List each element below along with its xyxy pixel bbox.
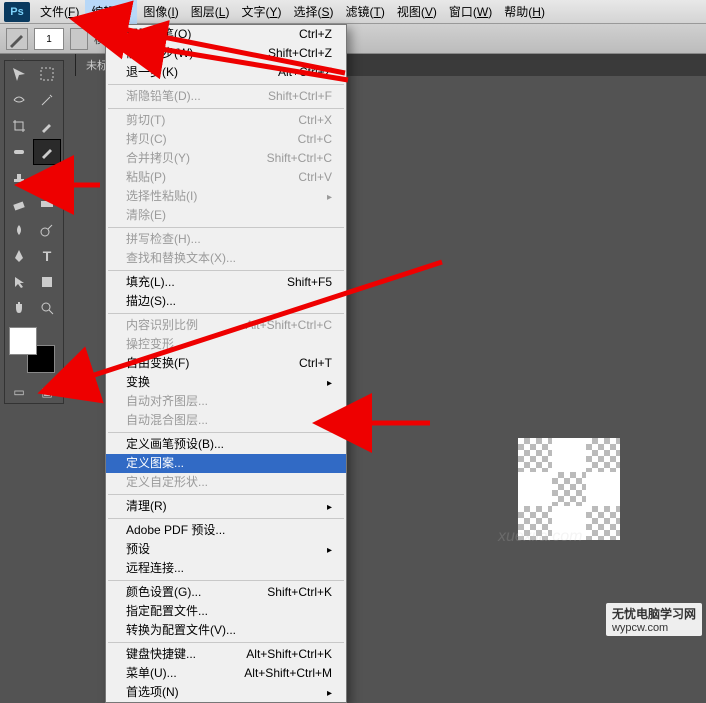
blur-tool[interactable]	[5, 217, 33, 243]
menu-separator	[108, 313, 344, 314]
menu-item-8-2[interactable]: 远程连接...	[106, 559, 346, 578]
menu-help[interactable]: 帮助(H)	[498, 0, 551, 24]
tool-preset-icon[interactable]	[6, 28, 28, 50]
menu-item-7-0[interactable]: 清理(R)	[106, 497, 346, 516]
menu-item-1-0: 渐隐铅笔(D)...Shift+Ctrl+F	[106, 87, 346, 106]
eyedropper-tool[interactable]	[33, 113, 61, 139]
menu-item-6-1[interactable]: 定义图案...	[106, 454, 346, 473]
page-watermark: 无忧电脑学习网wypcw.com	[606, 603, 702, 636]
edit-menu-dropdown: 还原铅笔(O)Ctrl+Z前进一步(W)Shift+Ctrl+Z退一步(K)Al…	[105, 24, 347, 703]
menu-separator	[108, 642, 344, 643]
menu-separator	[108, 227, 344, 228]
menu-item-3-1: 查找和替换文本(X)...	[106, 249, 346, 268]
eraser-tool[interactable]	[5, 191, 33, 217]
menu-item-4-1[interactable]: 描边(S)...	[106, 292, 346, 311]
menu-item-5-0: 内容识别比例Alt+Shift+Ctrl+C	[106, 316, 346, 335]
gradient-tool[interactable]	[33, 191, 61, 217]
menu-item-5-1: 操控变形	[106, 335, 346, 354]
menu-item-2-0: 剪切(T)Ctrl+X	[106, 111, 346, 130]
menu-item-2-3: 粘贴(P)Ctrl+V	[106, 168, 346, 187]
type-tool[interactable]: T	[33, 243, 61, 269]
menu-item-2-4: 选择性粘贴(I)	[106, 187, 346, 206]
menu-separator	[108, 518, 344, 519]
hand-tool[interactable]	[5, 295, 33, 321]
menu-type[interactable]: 文字(Y)	[235, 0, 287, 24]
stamp-tool[interactable]	[5, 165, 33, 191]
move-tool[interactable]	[5, 61, 33, 87]
menu-item-5-5: 自动混合图层...	[106, 411, 346, 430]
path-select-tool[interactable]	[5, 269, 33, 295]
menu-item-9-1[interactable]: 指定配置文件...	[106, 602, 346, 621]
ps-logo: Ps	[4, 2, 30, 22]
canvas-watermark: xuexila.com	[498, 528, 582, 546]
foreground-swatch[interactable]	[9, 327, 37, 355]
menu-item-3-0: 拼写检查(H)...	[106, 230, 346, 249]
menu-item-2-5: 清除(E)	[106, 206, 346, 225]
menu-item-0-0[interactable]: 还原铅笔(O)Ctrl+Z	[106, 25, 346, 44]
menu-item-6-2: 定义自定形状...	[106, 473, 346, 492]
menu-item-10-0[interactable]: 键盘快捷键...Alt+Shift+Ctrl+K	[106, 645, 346, 664]
healing-tool[interactable]	[5, 139, 33, 165]
menu-item-9-0[interactable]: 颜色设置(G)...Shift+Ctrl+K	[106, 583, 346, 602]
menu-select[interactable]: 选择(S)	[287, 0, 339, 24]
menu-separator	[108, 84, 344, 85]
menu-item-5-4: 自动对齐图层...	[106, 392, 346, 411]
menu-layer[interactable]: 图层(L)	[185, 0, 236, 24]
menu-item-5-3[interactable]: 变换	[106, 373, 346, 392]
menu-item-6-0[interactable]: 定义画笔预设(B)...	[106, 435, 346, 454]
crop-tool[interactable]	[5, 113, 33, 139]
brush-toggle-icon[interactable]	[70, 28, 88, 50]
pattern-preview	[518, 438, 620, 540]
menu-item-9-2[interactable]: 转换为配置文件(V)...	[106, 621, 346, 640]
pencil-tool[interactable]	[33, 139, 61, 165]
menu-item-8-1[interactable]: 预设	[106, 540, 346, 559]
brush-preset[interactable]: 1	[34, 28, 64, 50]
quickmask-toggle[interactable]: ▭	[5, 381, 33, 403]
menu-image[interactable]: 图像(I)	[137, 0, 184, 24]
menu-separator	[108, 494, 344, 495]
screenmode-toggle[interactable]: ▣	[33, 381, 61, 403]
lasso-tool[interactable]	[5, 87, 33, 113]
menu-filter[interactable]: 滤镜(T)	[340, 0, 391, 24]
dodge-tool[interactable]	[33, 217, 61, 243]
pen-tool[interactable]	[5, 243, 33, 269]
menu-view[interactable]: 视图(V)	[391, 0, 443, 24]
toolbox: T ▭ ▣	[4, 60, 64, 404]
menubar: Ps 文件(F) 编辑(E) 图像(I) 图层(L) 文字(Y) 选择(S) 滤…	[0, 0, 706, 24]
menu-item-2-1: 拷贝(C)Ctrl+C	[106, 130, 346, 149]
menu-separator	[108, 270, 344, 271]
menu-item-2-2: 合并拷贝(Y)Shift+Ctrl+C	[106, 149, 346, 168]
menu-item-0-2[interactable]: 退一步(K)Alt+Ctrl+Z	[106, 63, 346, 82]
menu-item-10-2[interactable]: 首选项(N)	[106, 683, 346, 702]
menu-item-5-2[interactable]: 自由变换(F)Ctrl+T	[106, 354, 346, 373]
marquee-tool[interactable]	[33, 61, 61, 87]
menu-item-10-1[interactable]: 菜单(U)...Alt+Shift+Ctrl+M	[106, 664, 346, 683]
color-swatches[interactable]	[7, 325, 61, 377]
menu-item-8-0[interactable]: Adobe PDF 预设...	[106, 521, 346, 540]
menu-separator	[108, 580, 344, 581]
menu-edit[interactable]: 编辑(E)	[85, 0, 137, 24]
menu-window[interactable]: 窗口(W)	[443, 0, 498, 24]
shape-tool[interactable]	[33, 269, 61, 295]
history-brush-tool[interactable]	[33, 165, 61, 191]
wand-tool[interactable]	[33, 87, 61, 113]
menu-separator	[108, 432, 344, 433]
menu-item-0-1[interactable]: 前进一步(W)Shift+Ctrl+Z	[106, 44, 346, 63]
menu-item-4-0[interactable]: 填充(L)...Shift+F5	[106, 273, 346, 292]
menu-separator	[108, 108, 344, 109]
zoom-tool[interactable]	[33, 295, 61, 321]
menu-file[interactable]: 文件(F)	[34, 0, 85, 24]
